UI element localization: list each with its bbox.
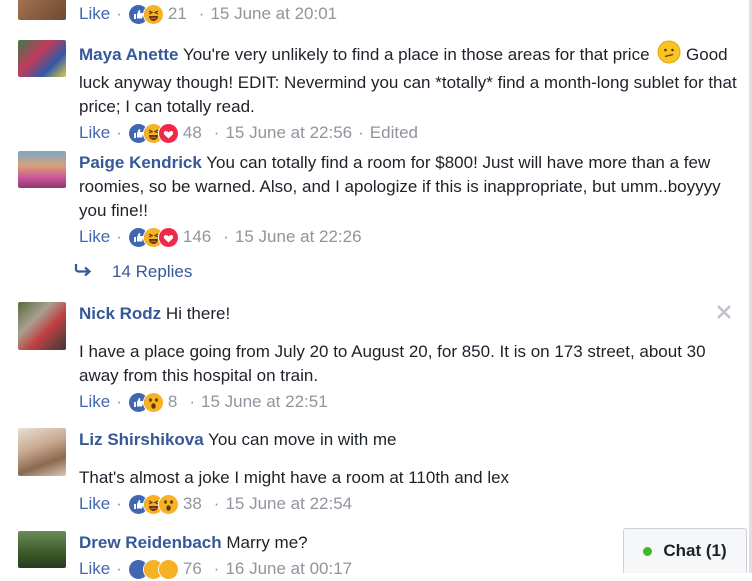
reaction-count: 48 [182,123,202,142]
comment-paragraph: I have a place going from July 20 to Aug… [79,342,706,385]
reactions-summary[interactable]: 38 [127,492,202,516]
avatar[interactable] [18,151,66,188]
author-name[interactable]: Nick Rodz [79,304,161,323]
haha-icon [142,3,164,25]
timestamp[interactable]: 16 June at 00:17 [225,557,352,581]
timestamp[interactable]: 15 June at 20:01 [210,2,337,26]
view-replies-link[interactable]: 14 Replies [74,262,192,282]
comment-text: Hi there! [165,304,231,323]
avatar[interactable] [18,531,66,568]
reactions-summary[interactable]: 48 [127,121,202,145]
reactions-summary[interactable]: 76 [127,557,202,581]
author-name[interactable]: Maya Anette [79,45,179,64]
wow-icon [157,493,179,515]
reactions-summary[interactable]: 8 [127,390,178,414]
reaction-count: 38 [182,494,202,513]
comment-body: Nick Rodz Hi there! [79,302,742,326]
timestamp[interactable]: 15 June at 22:54 [225,492,352,516]
comment-text: You can move in with me [208,430,397,449]
wow-icon [157,558,179,580]
reactions-summary[interactable]: 21 [127,2,187,26]
comment-paragraph: That's almost a joke I might have a room… [79,468,510,487]
avatar[interactable] [18,0,66,20]
comment-meta: Like · 146 · 15 June at 22:26 [79,225,742,249]
chat-label: Chat (1) [663,541,727,560]
reactions-summary[interactable]: 146 [127,225,212,249]
comment-body: Paige Kendrick You can totally find a ro… [79,151,742,223]
avatar[interactable] [18,302,66,350]
reaction-count: 21 [167,4,187,23]
comment-body: Maya Anette You're very unlikely to find… [79,40,742,119]
online-status-icon [643,546,653,556]
comment-body: Liz Shirshikova You can move in with me [79,428,742,452]
confused-emoji-icon [657,40,681,71]
like-button[interactable]: Like [79,390,110,414]
love-icon [157,226,179,248]
edited-label[interactable]: Edited [370,121,418,145]
comment-text: You're very unlikely to find a place in … [182,45,650,64]
replies-label: 14 Replies [112,262,193,281]
author-name[interactable]: Drew Reidenbach [79,533,222,552]
comment-meta: Like · 21 · 15 June at 20:01 [79,2,742,26]
timestamp[interactable]: 15 June at 22:26 [235,225,362,249]
like-button[interactable]: Like [79,121,110,145]
reaction-count: 8 [167,392,178,411]
comment-meta: Like · 8 · 15 June at 22:51 [79,390,742,414]
chat-tab-button[interactable]: Chat (1) [623,528,747,573]
avatar[interactable] [18,428,66,476]
like-button[interactable]: Like [79,557,110,581]
like-button[interactable]: Like [79,225,110,249]
love-icon [157,122,179,144]
wow-icon [142,391,164,413]
comment-meta: Like · 48 · 15 June at 22:56 · Edited [79,121,742,145]
comment-text: Marry me? [226,533,308,552]
author-name[interactable]: Liz Shirshikova [79,430,204,449]
timestamp[interactable]: 15 June at 22:56 [225,121,352,145]
author-name[interactable]: Paige Kendrick [79,153,202,172]
like-button[interactable]: Like [79,2,110,26]
reaction-count: 146 [182,227,212,246]
comment-meta: Like · 38 · 15 June at 22:54 [79,492,742,516]
reaction-count: 76 [182,559,202,578]
like-button[interactable]: Like [79,492,110,516]
timestamp[interactable]: 15 June at 22:51 [201,390,328,414]
reply-arrow-icon [74,262,94,282]
avatar[interactable] [18,40,66,77]
